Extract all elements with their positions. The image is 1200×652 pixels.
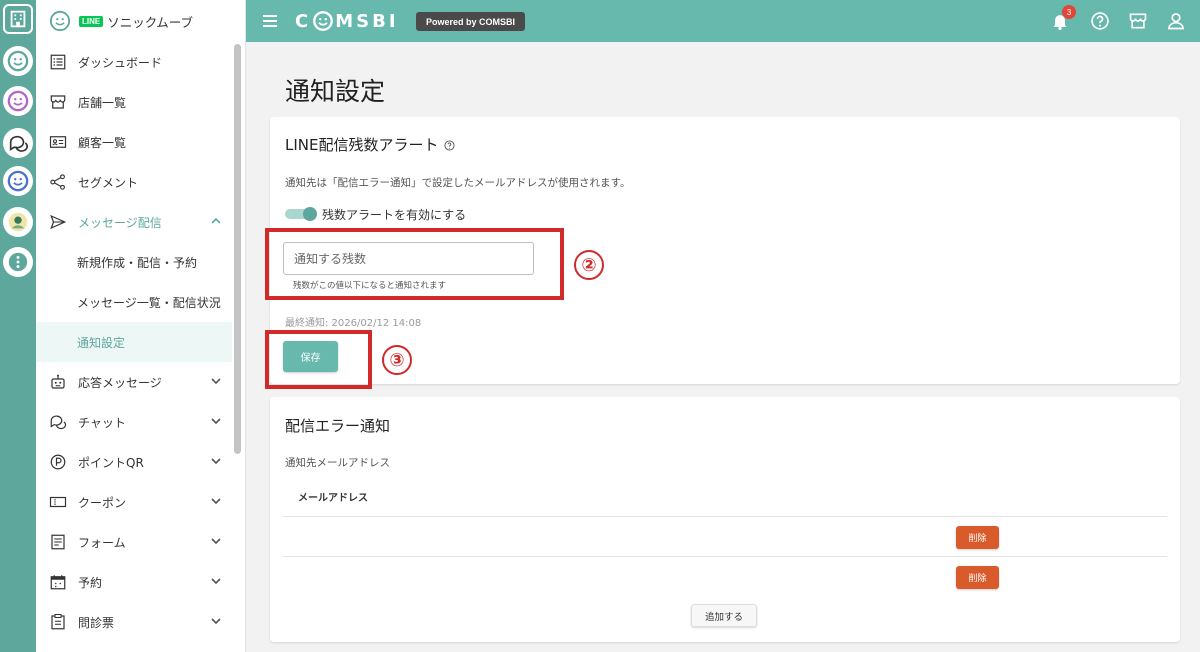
smile-icon [49, 10, 71, 32]
account-name: ソニックムーブ [107, 14, 193, 30]
calendar-icon [48, 572, 68, 592]
sidebar-item-questionnaire[interactable]: 問診票 [36, 602, 232, 642]
chevron-down-icon [211, 538, 221, 545]
point-icon [48, 452, 68, 472]
sidebar-item-label: 顧客一覧 [78, 135, 127, 150]
sidebar-subitem-label: メッセージ一覧・配信状況 [77, 295, 221, 310]
sidebar-item-segment[interactable]: セグメント [36, 162, 232, 202]
menu-icon[interactable] [262, 13, 278, 29]
store-icon [48, 92, 68, 112]
sidebar-item-customers[interactable]: 顧客一覧 [36, 122, 232, 162]
sidebar-item-form[interactable]: フォーム [36, 522, 232, 562]
sidebar-item-chat[interactable]: チャット [36, 402, 232, 442]
sidebar-item-label: ポイントQR [78, 455, 144, 470]
brand-logo[interactable]: C MSBI [295, 9, 399, 33]
sidebar-subitem-notification-settings[interactable]: 通知設定 [36, 322, 232, 362]
sidebar-item-label: フォーム [78, 535, 126, 550]
chevron-down-icon [211, 498, 221, 505]
annotation-box-save [265, 330, 372, 389]
chat-icon [48, 412, 68, 432]
chevron-up-icon [211, 217, 221, 224]
delete-button[interactable]: 削除 [956, 526, 999, 549]
delivery-error-card: 配信エラー通知 通知先メールアドレス メールアドレス 削除 削除 追加する [270, 397, 1180, 642]
sidebar-item-label: クーポン [78, 495, 127, 510]
account-smile-icon[interactable] [3, 46, 33, 76]
toggle-knob [303, 207, 317, 221]
sidebar: LINE ソニックムーブ ダッシュボード 店舗一覧 顧客一覧 セグメント メッセ… [36, 0, 246, 652]
chevron-down-icon [211, 418, 221, 425]
sidebar-item-auto-reply[interactable]: 応答メッセージ [36, 362, 232, 402]
sidebar-item-coupon[interactable]: クーポン [36, 482, 232, 522]
share-icon [48, 172, 68, 192]
logo-smile-icon [313, 11, 334, 31]
annotation-box-threshold [265, 228, 564, 300]
sidebar-item-label: 店舗一覧 [78, 95, 127, 110]
sidebar-scrollbar[interactable] [234, 44, 241, 454]
alert-enable-label: 残数アラートを有効にする [322, 208, 467, 222]
notification-count-badge: 3 [1062, 5, 1076, 19]
chevron-down-icon [211, 458, 221, 465]
account-avatar-icon[interactable] [3, 207, 33, 237]
sidebar-item-reservation[interactable]: 予約 [36, 562, 232, 602]
table-divider [283, 556, 1167, 557]
page-title: 通知設定 [285, 77, 386, 106]
email-column-header: メールアドレス [298, 493, 368, 504]
line-badge: LINE [79, 15, 104, 27]
sidebar-item-point-qr[interactable]: ポイントQR [36, 442, 232, 482]
logo-text-left: C [295, 10, 312, 32]
alert-card-title-text: LINE配信残数アラート [285, 136, 439, 154]
logo-text-right: MSBI [335, 10, 399, 32]
table-divider [283, 516, 1167, 517]
sidebar-subitem-label: 通知設定 [77, 335, 126, 350]
sidebar-item-label: 予約 [78, 575, 103, 590]
coupon-icon [48, 492, 68, 512]
building-icon[interactable] [3, 4, 33, 34]
alert-enable-toggle[interactable] [285, 207, 317, 221]
annotation-number-3: ③ [382, 345, 412, 375]
list-icon [48, 52, 68, 72]
last-notification-time: 最終通知: 2026/02/12 14:08 [285, 318, 422, 329]
sidebar-item-label: セグメント [78, 175, 139, 190]
chevron-down-icon [211, 578, 221, 585]
send-icon [48, 212, 68, 232]
sidebar-item-label: メッセージ配信 [78, 215, 162, 230]
robot-icon [48, 372, 68, 392]
current-account[interactable]: LINE ソニックムーブ [36, 0, 245, 42]
alert-card-title: LINE配信残数アラート [285, 134, 456, 155]
chevron-down-icon [211, 618, 221, 625]
powered-by-badge: Powered by COMSBI [416, 12, 526, 31]
help-circle-icon[interactable] [444, 140, 456, 151]
error-card-subtitle: 通知先メールアドレス [285, 457, 390, 469]
sidebar-item-dashboard[interactable]: ダッシュボード [36, 42, 232, 82]
delete-button[interactable]: 削除 [956, 566, 999, 589]
form-icon [48, 532, 68, 552]
sidebar-item-label: 問診票 [78, 615, 115, 630]
add-email-button[interactable]: 追加する [691, 604, 757, 627]
sidebar-subitem-new[interactable]: 新規作成・配信・予約 [36, 242, 232, 282]
clipboard-icon [48, 612, 68, 632]
sidebar-subitem-message-list[interactable]: メッセージ一覧・配信状況 [36, 282, 232, 322]
help-icon[interactable] [1090, 11, 1110, 31]
sidebar-item-stores[interactable]: 店舗一覧 [36, 82, 232, 122]
sidebar-item-message-delivery[interactable]: メッセージ配信 [36, 202, 232, 242]
account-smile-purple-icon[interactable] [3, 86, 33, 116]
store-icon[interactable] [1128, 11, 1148, 31]
id-card-icon [48, 132, 68, 152]
account-smile-blue-icon[interactable] [3, 166, 33, 196]
annotation-number-2: ② [574, 250, 604, 280]
sidebar-subitem-label: 新規作成・配信・予約 [77, 255, 198, 270]
chevron-down-icon [211, 378, 221, 385]
top-header: C MSBI Powered by COMSBI 3 [246, 0, 1200, 42]
sidebar-item-label: 応答メッセージ [78, 375, 162, 390]
more-vertical-icon[interactable] [3, 247, 33, 277]
account-rail [0, 0, 36, 652]
user-icon[interactable] [1166, 11, 1186, 31]
sidebar-item-label: チャット [78, 415, 126, 430]
alert-card-description: 通知先は「配信エラー通知」で設定したメールアドレスが使用されます。 [285, 177, 631, 189]
sidebar-item-label: ダッシュボード [78, 55, 163, 70]
error-card-title: 配信エラー通知 [285, 417, 391, 435]
account-chat-icon[interactable] [3, 128, 33, 158]
